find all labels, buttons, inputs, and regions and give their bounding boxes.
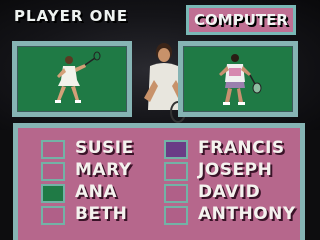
player-name: ANA <box>75 182 118 202</box>
selection-box-computer[interactable] <box>164 140 188 159</box>
player-selection-panel: SUSIE MARY ANA BETH FRANCIS JOSEPH DAVID… <box>13 123 305 240</box>
player-name: JOSEPH <box>198 160 273 180</box>
player-one-label: PLAYER ONE <box>14 7 129 25</box>
player-name: SUSIE <box>75 138 134 158</box>
selection-box[interactable] <box>41 162 65 181</box>
computer-portrait <box>178 41 298 117</box>
player-name: ANTHONY <box>198 204 296 224</box>
computer-figure <box>219 54 262 105</box>
selection-box[interactable] <box>164 206 188 225</box>
selection-box[interactable] <box>164 162 188 181</box>
computer-label: COMPUTER <box>186 5 296 35</box>
player-one-figure <box>55 51 101 103</box>
player-name: MARY <box>75 160 132 180</box>
player-name: BETH <box>75 204 128 224</box>
player-name: FRANCIS <box>198 138 285 158</box>
selection-box[interactable] <box>41 206 65 225</box>
player-name: DAVID <box>198 182 261 202</box>
selection-box[interactable] <box>164 184 188 203</box>
selection-box-player-one[interactable] <box>41 184 65 203</box>
player-one-portrait <box>12 41 132 117</box>
selection-box[interactable] <box>41 140 65 159</box>
